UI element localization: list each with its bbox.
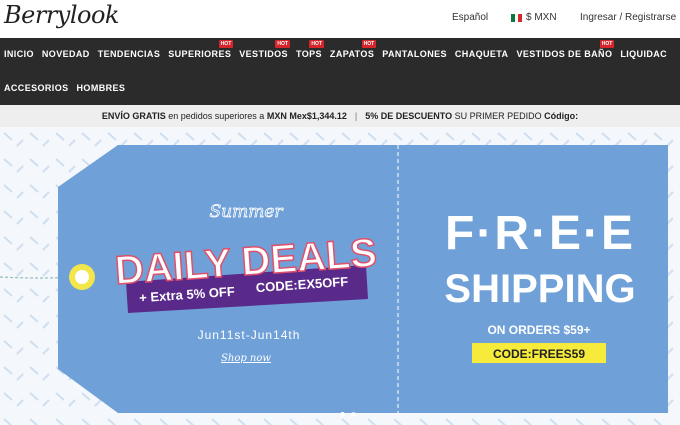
mexico-flag-icon — [511, 13, 523, 22]
nav-item-hombres[interactable]: HOMBRES — [73, 83, 130, 93]
hot-badge: HOT — [361, 40, 377, 48]
carousel-dots — [340, 412, 356, 417]
tag-eyelet-inner — [75, 270, 89, 284]
nav-item-label: CHAQUETA — [454, 49, 509, 59]
nav-row-1: INICIO NOVEDAD TENDENCIAS SUPERIORES HOT VEST… — [0, 40, 671, 59]
carousel-dot-1[interactable] — [340, 412, 345, 417]
nav-item-tendencias[interactable]: TENDENCIAS — [94, 49, 165, 59]
free-shipping-label: ENVÍO GRATIS — [101, 111, 166, 121]
currency-label: $ MXN — [526, 12, 557, 23]
main-nav: INICIO NOVEDAD TENDENCIAS SUPERIORES HOT VEST… — [0, 38, 680, 105]
orders-threshold: ON ORDERS $59+ — [487, 323, 590, 337]
nav-item-vestidos-de-baño[interactable]: VESTIDOS DE BAÑO HOT — [512, 40, 616, 59]
free-title: F·R·E·E — [445, 207, 635, 260]
nav-item-label: SUPERIORES — [168, 49, 232, 59]
hot-badge: HOT — [275, 40, 290, 48]
nav-item-label: ZAPATOS — [329, 49, 375, 59]
nav-item-pantalones[interactable]: PANTALONES — [378, 49, 451, 59]
free-shipping-text: en pedidos superiores a — [168, 111, 265, 121]
nav-item-label: HOMBRES — [76, 83, 126, 93]
ship-code-text: CODE:FREES59 — [493, 347, 585, 361]
nav-item-inicio[interactable]: INICIO — [0, 49, 38, 59]
nav-item-label: NOVEDAD — [41, 49, 90, 59]
hot-badge: HOT — [599, 40, 615, 48]
nav-item-liquidac[interactable]: LIQUIDAC — [616, 49, 671, 59]
nav-item-label: ACCESORIOS — [4, 83, 69, 93]
promo-bar: ENVÍO GRATIS en pedidos superiores a MXN… — [0, 105, 680, 127]
promo-separator: | — [354, 111, 358, 121]
nav-item-label: VESTIDOS DE BAÑO — [516, 49, 613, 59]
nav-item-label: TENDENCIAS — [97, 49, 161, 59]
carousel-dot-2[interactable] — [351, 412, 356, 417]
nav-item-superiores[interactable]: SUPERIORES HOT — [164, 40, 235, 59]
language-selector[interactable]: Español — [452, 12, 488, 23]
shop-now-link[interactable]: Shop now — [221, 353, 271, 364]
shipping-title: SHIPPING — [444, 267, 635, 311]
deal-dates: Jun11st-Jun14th — [198, 328, 301, 342]
site-logo[interactable]: Berrylook — [4, 1, 119, 29]
nav-item-label: LIQUIDAC — [620, 49, 668, 59]
nav-item-zapatos[interactable]: ZAPATOS HOT — [326, 40, 378, 59]
discount-text: SU PRIMER PEDIDO — [454, 111, 542, 121]
nav-item-accesorios[interactable]: ACCESORIOS — [0, 83, 73, 93]
hero-banner[interactable]: Summer DAILY DEALS + Extra 5% OFF CODE:E… — [0, 127, 680, 425]
discount-label: 5% DE DESCUENTO — [365, 111, 453, 121]
code-label: Código: — [544, 111, 579, 121]
nav-item-label: TOPS — [295, 49, 322, 59]
nav-item-label: VESTIDOS — [239, 49, 288, 59]
nav-item-chaqueta[interactable]: CHAQUETA — [451, 49, 513, 59]
summer-text: Summer — [209, 202, 283, 222]
free-shipping-amount: MXN Mex$1,344.12 — [266, 111, 347, 121]
nav-item-tops[interactable]: TOPS HOT — [292, 40, 326, 59]
banner-graphic: Summer DAILY DEALS + Extra 5% OFF CODE:E… — [0, 127, 680, 425]
nav-item-novedad[interactable]: NOVEDAD — [38, 49, 94, 59]
nav-item-label: INICIO — [4, 49, 34, 59]
hot-badge: HOT — [309, 40, 324, 48]
login-register-link[interactable]: Ingresar / Registrarse — [580, 12, 676, 23]
hot-badge: HOT — [218, 40, 234, 48]
nav-row-2: ACCESORIOS HOMBRES — [0, 83, 129, 93]
currency-selector[interactable]: $ MXN — [511, 12, 557, 23]
nav-item-vestidos[interactable]: VESTIDOS HOT — [235, 40, 292, 59]
top-header: Berrylook Español $ MXN Ingresar / Regis… — [0, 0, 680, 38]
nav-item-label: PANTALONES — [382, 49, 447, 59]
